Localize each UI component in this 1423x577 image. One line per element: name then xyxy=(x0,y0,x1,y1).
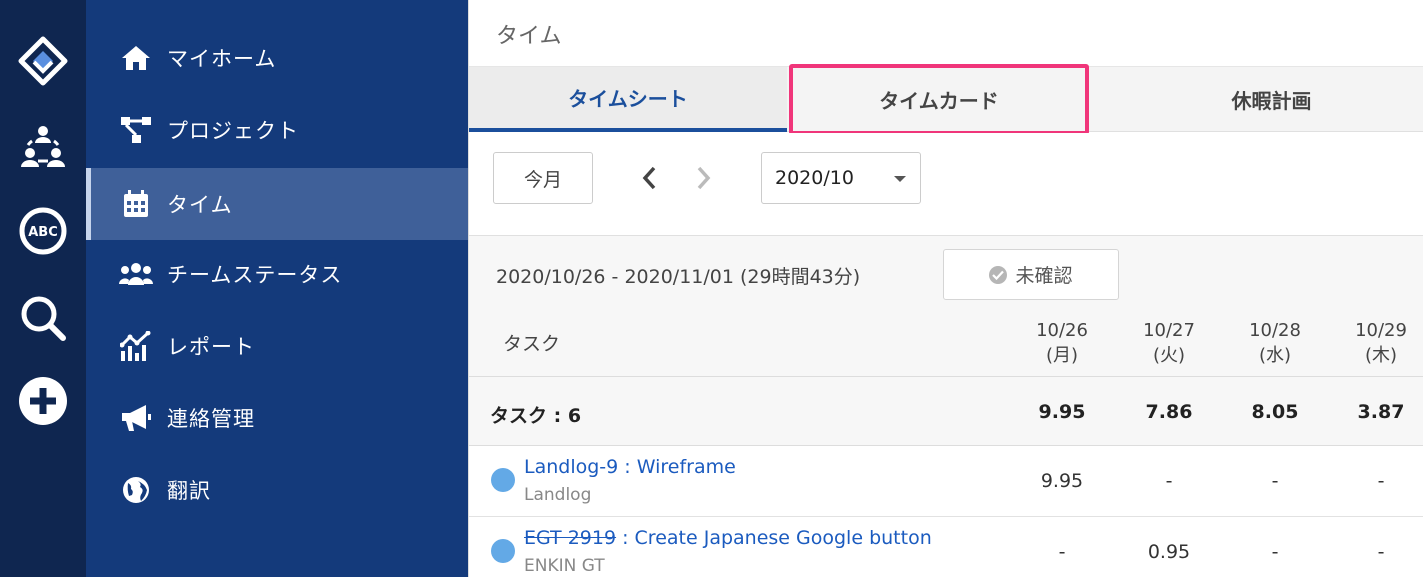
sidebar-item-label: マイホーム xyxy=(167,47,277,71)
sidebar-item-project[interactable]: プロジェクト xyxy=(86,94,468,166)
task-link[interactable]: EGT 2919 : Create Japanese Google button xyxy=(524,527,932,549)
sidebar-item-contact-management[interactable]: 連絡管理 xyxy=(86,382,468,454)
summary-row: タスク : 6 9.95 7.86 8.05 3.87 xyxy=(469,376,1423,446)
sidebar-item-time[interactable]: タイム xyxy=(86,168,468,240)
day-column-header: 10/26 (月) xyxy=(1022,318,1102,368)
project-tree-icon xyxy=(119,113,153,147)
task-column-header: タスク xyxy=(503,333,561,355)
chevron-right-icon xyxy=(697,166,711,190)
sidebar: マイホーム プロジェクト タイム チームステータス レポート 連絡管理 翻訳 xyxy=(86,0,468,577)
chart-icon xyxy=(119,329,153,363)
day-date: 10/27 xyxy=(1143,320,1195,341)
megaphone-icon xyxy=(119,401,153,435)
caret-down-icon xyxy=(894,176,906,182)
task-title: : Wireframe xyxy=(618,456,736,478)
summary-label: タスク : 6 xyxy=(490,405,582,427)
sidebar-item-my-home[interactable]: マイホーム xyxy=(86,22,468,94)
sidebar-item-label: タイム xyxy=(167,193,233,217)
week-range: 2020/10/26 - 2020/11/01 (29時間43分) xyxy=(496,266,861,288)
day-column-header: 10/28 (水) xyxy=(1235,318,1315,368)
summary-value: 7.86 xyxy=(1145,401,1193,423)
table-row: EGT 2919 : Create Japanese Google button… xyxy=(469,517,1423,577)
summary-value: 9.95 xyxy=(1038,401,1086,423)
main-panel: タイム タイムシート タイムカード 休暇計画 今月 2020/10 2020/1… xyxy=(468,0,1423,577)
time-cell[interactable]: - xyxy=(1022,541,1102,563)
users-icon xyxy=(119,257,153,291)
summary-value: 3.87 xyxy=(1357,401,1405,423)
tab-timesheet[interactable]: タイムシート xyxy=(469,67,787,132)
task-status-dot xyxy=(491,539,515,563)
day-date: 10/26 xyxy=(1036,320,1088,341)
timesheet-table: 2020/10/26 - 2020/11/01 (29時間43分) 未確認 タス… xyxy=(469,236,1423,577)
time-cell[interactable]: - xyxy=(1341,470,1421,492)
this-month-button[interactable]: 今月 xyxy=(493,152,593,204)
summary-value: 8.05 xyxy=(1251,401,1299,423)
tab-leave-plan[interactable]: 休暇計画 xyxy=(1119,67,1423,131)
tab-timecard[interactable]: タイムカード xyxy=(791,67,1087,131)
svg-text:ABC: ABC xyxy=(28,225,58,240)
time-cell[interactable]: 9.95 xyxy=(1022,470,1102,492)
tab-bar: タイムシート タイムカード 休暇計画 xyxy=(469,66,1423,132)
toolbar: 今月 2020/10 xyxy=(469,133,1423,236)
day-date: 10/29 xyxy=(1355,320,1407,341)
day-weekday: (木) xyxy=(1364,345,1398,366)
sidebar-item-team-status[interactable]: チームステータス xyxy=(86,238,468,310)
day-column-header: 10/29 (木) xyxy=(1341,318,1421,368)
task-title: : Create Japanese Google button xyxy=(616,527,932,549)
time-cell[interactable]: - xyxy=(1235,541,1315,563)
month-select[interactable]: 2020/10 xyxy=(761,152,921,204)
task-id: EGT 2919 xyxy=(524,527,617,549)
day-weekday: (水) xyxy=(1258,345,1292,366)
task-id: Landlog-9 xyxy=(524,456,619,478)
next-month-button[interactable] xyxy=(689,160,719,196)
time-cell[interactable]: - xyxy=(1341,541,1421,563)
team-icon[interactable] xyxy=(0,120,86,172)
page-title: タイム xyxy=(496,24,562,49)
sidebar-item-label: チームステータス xyxy=(167,263,343,287)
time-cell[interactable]: - xyxy=(1129,470,1209,492)
task-project: ENKIN GT xyxy=(524,556,605,576)
sidebar-item-label: 連絡管理 xyxy=(167,407,255,431)
abc-icon[interactable]: ABC xyxy=(0,205,86,257)
sidebar-item-report[interactable]: レポート xyxy=(86,310,468,382)
sidebar-item-label: レポート xyxy=(167,335,255,359)
status-label: 未確認 xyxy=(1015,265,1073,287)
table-row: Landlog-9 : Wireframe Landlog 9.95 - - - xyxy=(469,446,1423,517)
day-weekday: (月) xyxy=(1045,345,1079,366)
search-icon[interactable] xyxy=(0,292,86,344)
month-select-value: 2020/10 xyxy=(775,167,854,189)
day-column-header: 10/27 (火) xyxy=(1129,318,1209,368)
day-weekday: (火) xyxy=(1152,345,1186,366)
task-status-dot xyxy=(491,468,515,492)
sidebar-item-label: プロジェクト xyxy=(167,119,299,143)
task-project: Landlog xyxy=(524,485,592,505)
prev-month-button[interactable] xyxy=(634,160,664,196)
time-cell[interactable]: 0.95 xyxy=(1129,541,1209,563)
sidebar-item-label: 翻訳 xyxy=(167,479,211,503)
check-circle-icon xyxy=(989,265,1008,284)
home-icon xyxy=(119,41,153,75)
chevron-left-icon xyxy=(642,166,656,190)
sidebar-item-translation[interactable]: 翻訳 xyxy=(86,454,468,526)
calendar-icon xyxy=(119,187,153,221)
unconfirmed-status-button[interactable]: 未確認 xyxy=(943,249,1119,300)
add-icon[interactable] xyxy=(0,375,86,427)
logo-icon[interactable] xyxy=(0,36,86,86)
task-link[interactable]: Landlog-9 : Wireframe xyxy=(524,456,736,478)
icon-rail: ABC xyxy=(0,0,86,577)
day-date: 10/28 xyxy=(1249,320,1301,341)
globe-icon xyxy=(119,473,153,507)
time-cell[interactable]: - xyxy=(1235,470,1315,492)
